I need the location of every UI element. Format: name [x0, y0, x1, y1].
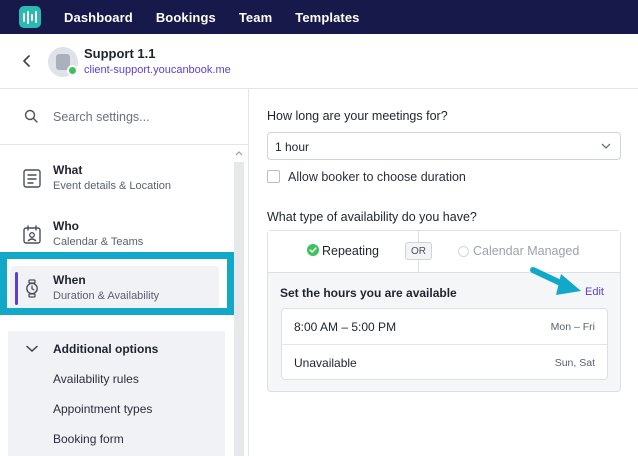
main-panel: How long are your meetings for? 1 hour A…: [250, 89, 638, 456]
top-nav: Dashboard Bookings Team Templates: [0, 0, 638, 34]
link-booking-form[interactable]: Booking form: [53, 432, 124, 446]
nav-dashboard[interactable]: Dashboard: [64, 10, 133, 25]
list-item: 8:00 AM – 5:00 PM Mon – Fri: [282, 309, 607, 344]
duration-question: How long are your meetings for?: [267, 109, 448, 123]
chevron-down-icon: [26, 345, 38, 353]
search-input[interactable]: Search settings...: [53, 110, 150, 124]
sidebar-item-subtitle: Calendar & Teams: [53, 236, 144, 248]
availability-question: What type of availability do you have?: [267, 210, 477, 224]
radio-icon: [458, 246, 469, 257]
scroll-up-icon[interactable]: [235, 150, 243, 156]
settings-sidebar: Search settings... What Event details & …: [0, 89, 249, 456]
tab-calendar-managed-label: Calendar Managed: [473, 244, 580, 258]
or-badge: OR: [405, 242, 432, 260]
tab-repeating[interactable]: Repeating: [268, 231, 419, 272]
additional-options-label: Additional options: [53, 342, 159, 356]
online-status-icon: [67, 65, 78, 76]
allow-choose-duration-label: Allow booker to choose duration: [288, 170, 466, 184]
nav-bookings[interactable]: Bookings: [156, 10, 216, 25]
tab-repeating-label: Repeating: [322, 244, 379, 258]
search-icon: [24, 109, 38, 123]
sidebar-item-title: What: [53, 163, 83, 177]
availability-card: Repeating Calendar Managed OR Set the ho…: [267, 230, 621, 392]
logo-icon[interactable]: [19, 6, 41, 28]
sidebar-item-subtitle: Event details & Location: [53, 180, 172, 192]
allow-choose-duration-checkbox[interactable]: [267, 170, 280, 183]
link-availability-rules[interactable]: Availability rules: [53, 372, 139, 386]
hours-time: 8:00 AM – 5:00 PM: [294, 320, 397, 334]
hours-days: Sun, Sat: [554, 357, 595, 369]
page-header: Support 1.1 client-support.youcanbook.me: [0, 34, 638, 89]
calendar-person-icon: [23, 225, 41, 244]
document-list-icon: [23, 169, 41, 188]
duration-select[interactable]: 1 hour: [267, 132, 621, 160]
hours-title: Set the hours you are available: [280, 286, 457, 300]
scrollbar-track[interactable]: [234, 162, 244, 456]
page-title: Support 1.1: [84, 46, 156, 61]
nav-templates[interactable]: Templates: [295, 10, 359, 25]
additional-options-panel: Additional options Availability rules Ap…: [8, 331, 225, 456]
sidebar-item-title: Who: [53, 219, 79, 233]
arrow-annotation-icon: [530, 267, 581, 295]
booking-page-link[interactable]: client-support.youcanbook.me: [84, 64, 231, 76]
hours-time: Unavailable: [294, 356, 357, 370]
nav-team[interactable]: Team: [239, 10, 272, 25]
hours-list: 8:00 AM – 5:00 PM Mon – Fri Unavailable …: [281, 308, 608, 380]
duration-value: 1 hour: [275, 140, 310, 154]
chevron-down-icon: [601, 143, 611, 149]
back-button[interactable]: [18, 52, 36, 70]
sidebar-scrollbar[interactable]: [233, 148, 245, 456]
check-circle-icon: [307, 244, 319, 256]
link-appointment-types[interactable]: Appointment types: [53, 402, 152, 416]
sidebar-item-what[interactable]: What Event details & Location: [0, 156, 228, 202]
hours-days: Mon – Fri: [550, 321, 595, 333]
chevron-left-icon: [23, 55, 30, 67]
search-settings[interactable]: Search settings...: [0, 89, 248, 145]
highlight-annotation: [0, 252, 234, 315]
list-item: Unavailable Sun, Sat: [282, 344, 607, 379]
